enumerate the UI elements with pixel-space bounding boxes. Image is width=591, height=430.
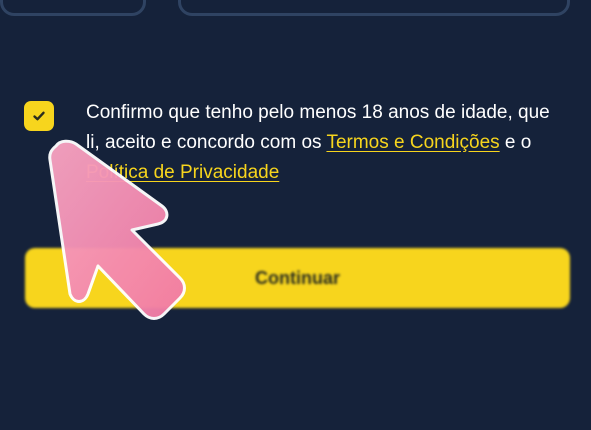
age-consent-row: Confirmo que tenho pelo menos 18 anos de… <box>24 98 564 188</box>
age-consent-checkbox[interactable] <box>24 101 54 131</box>
phone-number-field[interactable] <box>178 0 570 16</box>
privacy-policy-link[interactable]: Política de Privacidade <box>86 162 279 183</box>
signup-screen: Confirmo que tenho pelo menos 18 anos de… <box>0 0 591 430</box>
consent-text: Confirmo que tenho pelo menos 18 anos de… <box>86 98 564 188</box>
check-icon <box>33 111 45 121</box>
consent-text-middle: e o <box>499 132 532 153</box>
continue-button[interactable]: Continuar <box>25 248 570 308</box>
terms-link[interactable]: Termos e Condições <box>326 132 499 153</box>
country-code-field[interactable] <box>0 0 146 16</box>
